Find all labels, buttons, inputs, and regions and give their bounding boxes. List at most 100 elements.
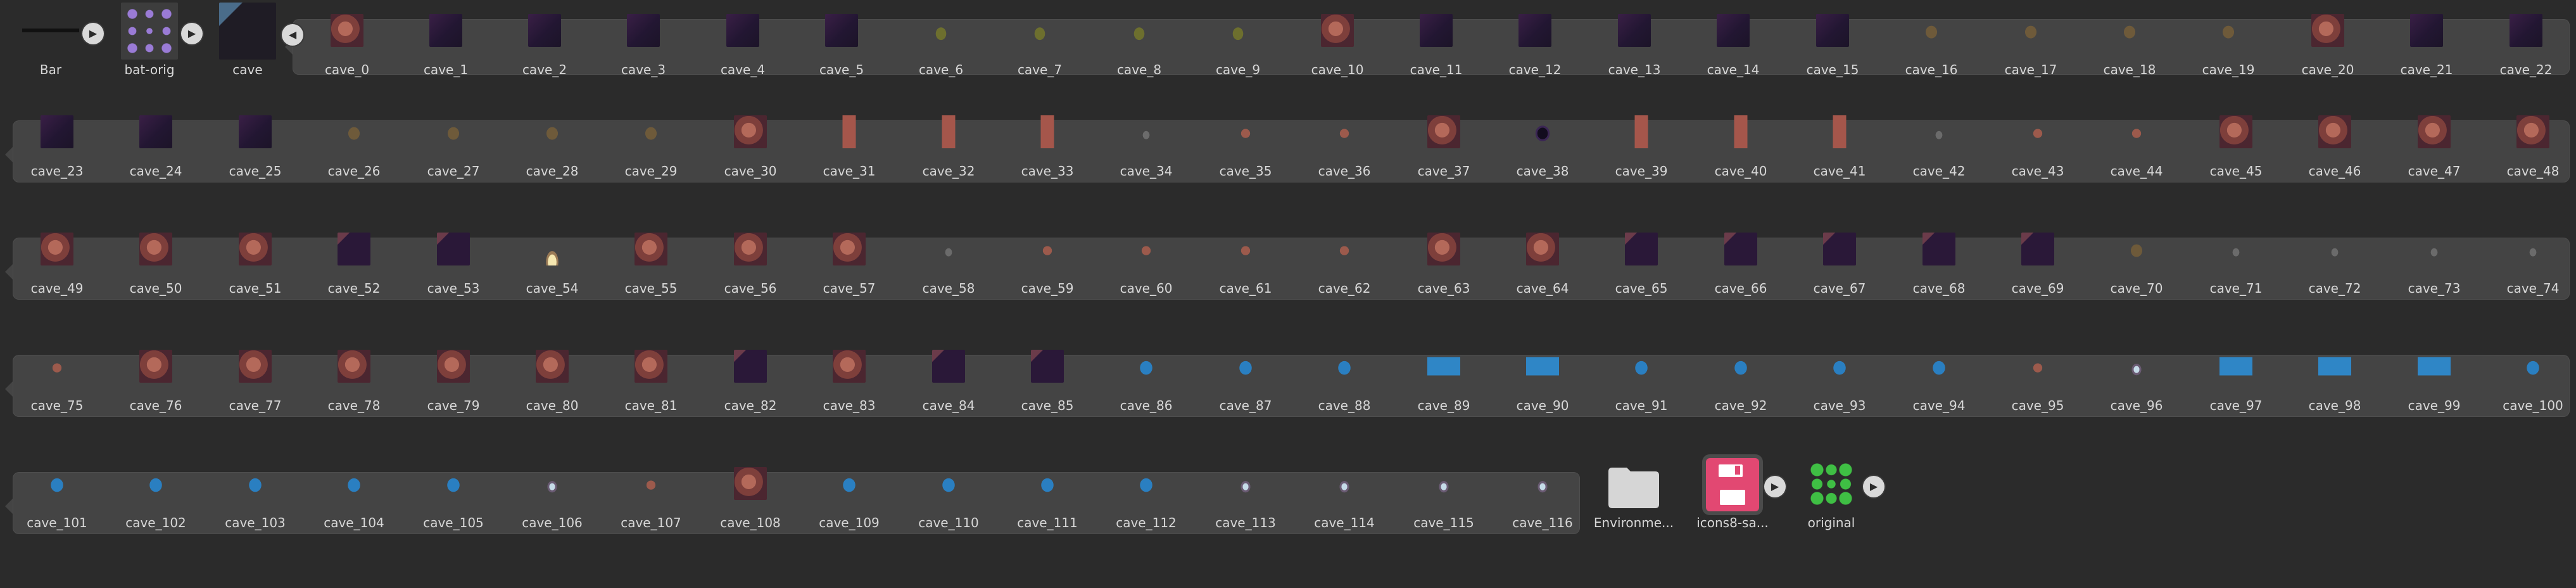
asset-tile[interactable]: original: [1793, 456, 1869, 539]
asset-tile[interactable]: cave_77: [217, 340, 293, 422]
asset-tile[interactable]: cave_52: [316, 222, 392, 305]
asset-tile[interactable]: cave_75: [19, 340, 95, 422]
asset-tile[interactable]: cave_13: [1596, 4, 1672, 86]
asset-tile[interactable]: icons8-sa...: [1695, 457, 1771, 539]
asset-tile[interactable]: Environme...: [1594, 457, 1674, 539]
asset-tile[interactable]: cave_94: [1901, 340, 1977, 422]
asset-tile[interactable]: cave_39: [1603, 105, 1679, 188]
asset-tile[interactable]: cave_20: [2290, 4, 2366, 86]
asset-tile[interactable]: cave_45: [2198, 105, 2274, 188]
asset-tile[interactable]: cave_6: [903, 4, 979, 86]
asset-tile[interactable]: cave_109: [811, 457, 887, 539]
asset-tile[interactable]: cave_54: [514, 222, 590, 305]
asset-tile[interactable]: cave_74: [2495, 222, 2571, 305]
asset-tile[interactable]: cave_112: [1108, 457, 1184, 539]
asset-tile[interactable]: cave_83: [811, 340, 887, 422]
asset-tile[interactable]: cave_58: [911, 222, 987, 305]
asset-tile[interactable]: cave_90: [1505, 340, 1581, 422]
asset-tile[interactable]: cave_35: [1208, 105, 1284, 188]
asset-tile[interactable]: cave_72: [2297, 222, 2373, 305]
asset-tile[interactable]: cave_116: [1505, 457, 1581, 539]
asset-tile[interactable]: cave_76: [118, 340, 194, 422]
asset-tile[interactable]: cave_23: [19, 105, 95, 188]
asset-tile[interactable]: cave_99: [2396, 340, 2472, 422]
asset-tile[interactable]: cave_113: [1208, 457, 1284, 539]
asset-tile[interactable]: cave_24: [118, 105, 194, 188]
asset-tile[interactable]: cave_91: [1603, 340, 1679, 422]
asset-tile[interactable]: cave_69: [2000, 222, 2076, 305]
asset-tile[interactable]: bat-orig: [111, 3, 187, 86]
asset-tile[interactable]: cave_14: [1695, 4, 1771, 86]
asset-tile[interactable]: cave_68: [1901, 222, 1977, 305]
asset-tile[interactable]: cave_25: [217, 105, 293, 188]
asset-tile[interactable]: cave_98: [2297, 340, 2373, 422]
asset-tile[interactable]: cave_17: [1993, 4, 2069, 86]
asset-tile[interactable]: cave: [210, 3, 286, 86]
asset-tile[interactable]: cave_51: [217, 222, 293, 305]
asset-tile[interactable]: cave_16: [1893, 4, 1969, 86]
asset-tile[interactable]: cave_30: [712, 105, 788, 188]
asset-tile[interactable]: cave_71: [2198, 222, 2274, 305]
asset-tile[interactable]: cave_110: [911, 457, 987, 539]
asset-tile[interactable]: cave_27: [415, 105, 491, 188]
asset-tile[interactable]: cave_12: [1497, 4, 1573, 86]
asset-tile[interactable]: cave_60: [1108, 222, 1184, 305]
asset-tile[interactable]: cave_38: [1505, 105, 1581, 188]
asset-tile[interactable]: cave_107: [613, 457, 689, 539]
expand-play-button[interactable]: ▶: [181, 23, 203, 44]
asset-tile[interactable]: cave_4: [705, 4, 781, 86]
asset-tile[interactable]: cave_85: [1009, 340, 1085, 422]
asset-tile[interactable]: cave_108: [712, 457, 788, 539]
asset-tile[interactable]: cave_87: [1208, 340, 1284, 422]
asset-tile[interactable]: cave_82: [712, 340, 788, 422]
asset-tile[interactable]: cave_101: [19, 457, 95, 539]
asset-tile[interactable]: cave_88: [1306, 340, 1382, 422]
asset-tile[interactable]: cave_33: [1009, 105, 1085, 188]
asset-tile[interactable]: cave_31: [811, 105, 887, 188]
asset-tile[interactable]: cave_105: [415, 457, 491, 539]
asset-tile[interactable]: cave_111: [1009, 457, 1085, 539]
asset-tile[interactable]: cave_28: [514, 105, 590, 188]
asset-tile[interactable]: cave_79: [415, 340, 491, 422]
asset-tile[interactable]: cave_62: [1306, 222, 1382, 305]
asset-tile[interactable]: cave_42: [1901, 105, 1977, 188]
asset-tile[interactable]: cave_34: [1108, 105, 1184, 188]
asset-tile[interactable]: cave_66: [1703, 222, 1779, 305]
asset-tile[interactable]: cave_80: [514, 340, 590, 422]
asset-tile[interactable]: cave_93: [1802, 340, 1878, 422]
asset-tile[interactable]: cave_5: [804, 4, 880, 86]
asset-tile[interactable]: cave_9: [1200, 4, 1276, 86]
asset-tile[interactable]: cave_8: [1101, 4, 1177, 86]
asset-tile[interactable]: cave_92: [1703, 340, 1779, 422]
asset-tile[interactable]: cave_32: [911, 105, 987, 188]
asset-tile[interactable]: cave_81: [613, 340, 689, 422]
asset-tile[interactable]: cave_104: [316, 457, 392, 539]
asset-tile[interactable]: cave_43: [2000, 105, 2076, 188]
asset-tile[interactable]: cave_55: [613, 222, 689, 305]
asset-tile[interactable]: cave_26: [316, 105, 392, 188]
asset-tile[interactable]: cave_47: [2396, 105, 2472, 188]
asset-tile[interactable]: cave_41: [1802, 105, 1878, 188]
asset-tile[interactable]: cave_114: [1306, 457, 1382, 539]
asset-tile[interactable]: cave_63: [1406, 222, 1482, 305]
expand-play-button[interactable]: ▶: [1863, 476, 1885, 497]
asset-tile[interactable]: cave_56: [712, 222, 788, 305]
asset-tile[interactable]: cave_29: [613, 105, 689, 188]
asset-tile[interactable]: cave_36: [1306, 105, 1382, 188]
asset-tile[interactable]: cave_1: [408, 4, 484, 86]
expand-play-button[interactable]: ▶: [82, 23, 104, 44]
asset-tile[interactable]: cave_115: [1406, 457, 1482, 539]
asset-tile[interactable]: cave_95: [2000, 340, 2076, 422]
asset-tile[interactable]: cave_96: [2099, 340, 2175, 422]
asset-tile[interactable]: cave_86: [1108, 340, 1184, 422]
asset-tile[interactable]: cave_106: [514, 457, 590, 539]
asset-tile[interactable]: cave_46: [2297, 105, 2373, 188]
asset-tile[interactable]: cave_57: [811, 222, 887, 305]
collapse-back-button[interactable]: ◀: [282, 24, 303, 46]
asset-tile[interactable]: cave_61: [1208, 222, 1284, 305]
asset-tile[interactable]: cave_64: [1505, 222, 1581, 305]
asset-tile[interactable]: cave_53: [415, 222, 491, 305]
asset-tile[interactable]: cave_49: [19, 222, 95, 305]
asset-tile[interactable]: cave_19: [2190, 4, 2266, 86]
expand-play-button[interactable]: ▶: [1764, 476, 1786, 497]
